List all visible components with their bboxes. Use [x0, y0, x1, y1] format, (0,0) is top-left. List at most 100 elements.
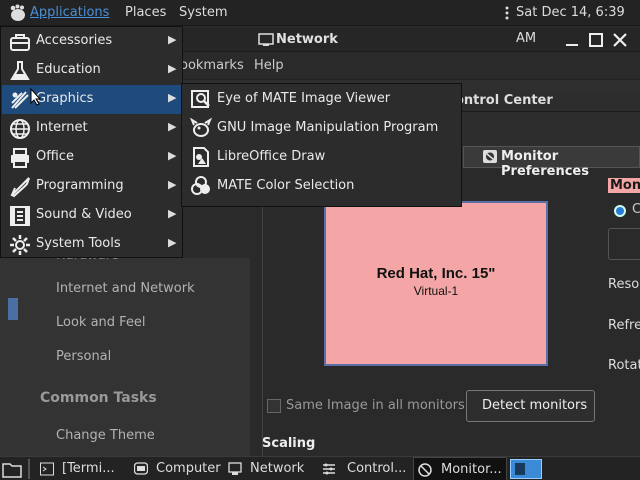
taskbar-computer[interactable]: Computer: [134, 457, 224, 480]
menu-item-label: System Tools: [36, 236, 121, 251]
submenu-item-eye-of-mate[interactable]: Eye of MATE Image Viewer: [183, 85, 461, 114]
menu-item-internet[interactable]: Internet ▶: [2, 114, 182, 143]
minimize-icon[interactable]: [563, 31, 581, 49]
same-image-label: Same Image in all monitors: [286, 398, 465, 413]
monitor-display-preview[interactable]: Red Hat, Inc. 15" Virtual-1: [324, 201, 548, 366]
submenu-arrow-icon: ▶: [168, 178, 177, 191]
control-center-titlebar[interactable]: ontrol Center: [440, 90, 640, 112]
maximize-icon[interactable]: [587, 31, 605, 49]
submenu-arrow-icon: ▶: [168, 91, 177, 104]
same-image-checkbox[interactable]: [267, 399, 281, 413]
mate-logo-icon[interactable]: [8, 3, 28, 23]
menu-item-label: Graphics: [36, 91, 94, 106]
places-menu[interactable]: Places: [125, 0, 166, 26]
sidebar-indicator: [8, 298, 18, 320]
image-viewer-icon: [191, 90, 210, 108]
taskbar-label: Network: [250, 461, 305, 476]
computer-icon: [134, 462, 148, 475]
menu-bookmarks[interactable]: ookmarks: [180, 58, 244, 73]
menu-item-accessories[interactable]: Accessories ▶: [2, 27, 182, 56]
submenu-item-color-selection[interactable]: MATE Color Selection: [183, 172, 461, 201]
show-desktop-icon[interactable]: [2, 460, 22, 478]
taskbar-monitor-preferences[interactable]: Monitor...: [413, 457, 507, 480]
workspace-switcher[interactable]: [510, 459, 542, 479]
sidebar-item-personal[interactable]: Personal: [56, 349, 111, 364]
common-tasks-heading: Common Tasks: [40, 390, 157, 406]
change-theme-link[interactable]: Change Theme: [56, 428, 155, 443]
monitor-output-name: Virtual-1: [413, 284, 459, 298]
taskbar-label: [Termi...: [62, 461, 115, 476]
submenu-item-label: LibreOffice Draw: [217, 149, 326, 164]
gimp-icon: [190, 117, 212, 137]
monitor-name: Red Hat, Inc. 15": [376, 265, 496, 282]
panel-separator: [28, 459, 30, 479]
control-center-title: ontrol Center: [455, 93, 553, 108]
monitor-dropdown-partial[interactable]: [608, 228, 640, 260]
submenu-item-libreoffice-draw[interactable]: LibreOffice Draw: [183, 143, 461, 172]
menu-item-label: Sound & Video: [36, 207, 132, 222]
taskbar-label: Monitor...: [441, 462, 502, 477]
workspace-window-thumb: [515, 463, 525, 475]
divider: [262, 168, 263, 458]
submenu-item-gimp[interactable]: GNU Image Manipulation Program: [183, 114, 461, 143]
monitor-prefs-icon: [483, 150, 497, 163]
submenu-arrow-icon: ▶: [168, 33, 177, 46]
control-center-sidebar: Hardware Internet and Network Look and F…: [0, 248, 250, 458]
programming-icon: [10, 177, 30, 198]
menu-help[interactable]: Help: [254, 58, 284, 73]
desktop: Network ookmarks Help ontrol Center In L…: [0, 0, 640, 480]
menu-item-graphics[interactable]: Graphics ▶: [2, 85, 182, 114]
sound-video-icon: [10, 206, 30, 226]
submenu-item-label: Eye of MATE Image Viewer: [217, 91, 391, 106]
network-icon: [228, 462, 242, 475]
taskbar-control-center[interactable]: Control...: [322, 457, 412, 480]
scaling-label: Scaling: [262, 436, 316, 451]
submenu-arrow-icon: ▶: [168, 120, 177, 133]
on-radio[interactable]: [614, 205, 626, 217]
submenu-arrow-icon: ▶: [168, 62, 177, 75]
internet-icon: [10, 119, 30, 139]
sidebar-item-look-feel[interactable]: Look and Feel: [56, 315, 146, 330]
top-panel: Applications Places System Sat Dec 14, 6…: [0, 0, 640, 46]
more-icon[interactable]: [504, 6, 510, 20]
network-icon: [258, 33, 274, 46]
network-window-title: Network: [276, 32, 338, 47]
bottom-panel: [Termi... Computer Network Control... Mo…: [0, 456, 640, 480]
menu-item-label: Programming: [36, 178, 124, 193]
graphics-submenu: Eye of MATE Image Viewer GNU Image Manip…: [181, 83, 462, 207]
taskbar-label: Control...: [347, 461, 407, 476]
submenu-arrow-icon: ▶: [168, 236, 177, 249]
system-menu[interactable]: System: [179, 0, 227, 26]
menu-item-office[interactable]: Office ▶: [2, 143, 182, 172]
graphics-icon: [11, 91, 29, 109]
menu-item-system-tools[interactable]: System Tools ▶: [2, 230, 182, 259]
menu-item-programming[interactable]: Programming ▶: [2, 172, 182, 201]
applications-dropdown: Accessories ▶ Education ▶ Graphics ▶ Int…: [0, 26, 183, 258]
color-selection-icon: [191, 176, 210, 195]
refresh-rate-label: Refre: [608, 318, 640, 333]
network-window-titlebar[interactable]: Network: [180, 28, 640, 52]
clock[interactable]: Sat Dec 14, 6:39 AM: [516, 0, 640, 46]
accessories-icon: [10, 34, 30, 51]
resolution-label: Resol: [608, 277, 640, 292]
libreoffice-draw-icon: [193, 147, 209, 167]
monitor-preferences-title: Monitor Preferences: [501, 149, 589, 179]
menu-item-label: Accessories: [36, 33, 113, 48]
menu-item-sound-video[interactable]: Sound & Video ▶: [2, 201, 182, 230]
on-radio-label: C: [632, 202, 640, 217]
taskbar-network[interactable]: Network: [228, 457, 312, 480]
menu-item-label: Internet: [36, 120, 88, 135]
close-icon[interactable]: [611, 31, 629, 49]
applications-menu[interactable]: Applications: [30, 0, 109, 26]
mouse-cursor-icon: [30, 88, 42, 106]
submenu-item-label: MATE Color Selection: [217, 178, 355, 193]
control-center-icon: [323, 463, 335, 475]
monitor-preferences-titlebar[interactable]: Monitor Preferences: [463, 146, 640, 179]
sidebar-item-internet-network[interactable]: Internet and Network: [56, 281, 195, 296]
taskbar-terminal[interactable]: [Termi...: [40, 457, 124, 480]
office-icon: [11, 148, 29, 168]
detect-monitors-button[interactable]: Detect monitors: [466, 390, 595, 422]
education-icon: [10, 61, 30, 80]
menu-item-education[interactable]: Education ▶: [2, 56, 182, 85]
menu-item-label: Office: [36, 149, 74, 164]
